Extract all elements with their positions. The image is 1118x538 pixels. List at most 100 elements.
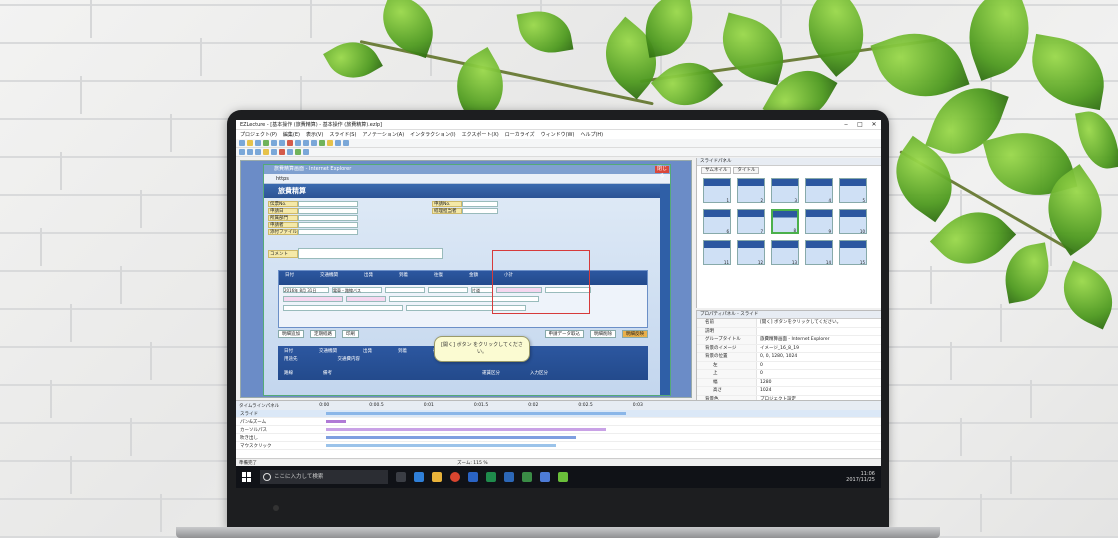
timeline-track[interactable]: カーソルパス — [236, 426, 881, 434]
menu-view[interactable]: 表示(V) — [306, 131, 323, 138]
app-icon[interactable] — [504, 472, 514, 482]
callout-icon[interactable] — [263, 149, 269, 155]
trip-select[interactable]: 片道 — [471, 286, 493, 293]
property-row[interactable]: 説明 — [697, 327, 881, 336]
slide-thumb[interactable]: 11 — [703, 240, 731, 265]
slide-thumb[interactable]: 7 — [737, 209, 765, 234]
property-row[interactable]: 背景の位置 0, 0, 1280, 1024 — [697, 353, 881, 362]
ie-close-button[interactable]: 閉じる — [655, 166, 669, 179]
property-value[interactable]: イメージ_16_8_19 — [757, 345, 881, 353]
image-icon[interactable] — [295, 149, 301, 155]
track-clip[interactable] — [326, 420, 346, 423]
text-icon[interactable] — [287, 149, 293, 155]
explorer-icon[interactable] — [432, 472, 442, 482]
property-row[interactable]: 幅 1280 — [697, 378, 881, 387]
property-row[interactable]: 名前 [開く] ボタンをクリックしてください。 — [697, 319, 881, 328]
tab-title[interactable]: タイトル — [733, 166, 760, 174]
form-field[interactable] — [462, 200, 498, 207]
slide-thumb[interactable]: 15 — [839, 240, 867, 265]
property-value[interactable]: 0 — [757, 370, 881, 378]
copy-icon[interactable] — [303, 140, 309, 146]
track-clip[interactable] — [326, 428, 606, 431]
close-button[interactable]: ✕ — [867, 120, 881, 130]
track-clip[interactable] — [326, 444, 556, 447]
menu-edit[interactable]: 編集(E) — [283, 131, 300, 138]
store-icon[interactable] — [522, 472, 532, 482]
export-icon[interactable] — [327, 140, 333, 146]
purpose-field[interactable] — [283, 295, 343, 302]
settings-icon[interactable] — [343, 140, 349, 146]
slide-thumb[interactable]: 9 — [805, 209, 833, 234]
record-icon[interactable] — [263, 140, 269, 146]
zoom-icon[interactable] — [303, 149, 309, 155]
track-clip[interactable] — [326, 436, 576, 439]
paste-icon[interactable] — [311, 140, 317, 146]
slide-thumb[interactable]: 14 — [805, 240, 833, 265]
shape-icon[interactable] — [279, 149, 285, 155]
ezlecture-icon[interactable] — [558, 472, 568, 482]
form-field[interactable] — [298, 214, 358, 221]
slide-thumb[interactable]: 13 — [771, 240, 799, 265]
excel-icon[interactable] — [486, 472, 496, 482]
apply-row-button[interactable]: 明細反映 — [622, 330, 648, 338]
form-field[interactable] — [298, 221, 358, 228]
content-field[interactable] — [346, 295, 386, 302]
redo-icon[interactable] — [279, 140, 285, 146]
slide-thumb[interactable]: 2 — [737, 178, 765, 203]
slide-thumb[interactable]: 5 — [839, 178, 867, 203]
property-value[interactable]: 1280 — [757, 379, 881, 387]
form-field[interactable] — [462, 207, 498, 214]
property-row[interactable]: グループタイトル 旅費精算画面 - Internet Explorer — [697, 336, 881, 345]
property-row[interactable]: 左0 — [697, 361, 881, 370]
tab-thumbnail[interactable]: サムネイル — [701, 166, 732, 174]
timeline-track[interactable]: パン&ズーム — [236, 418, 881, 426]
route-field[interactable] — [283, 304, 403, 311]
task-view-icon[interactable] — [396, 472, 406, 482]
open-icon[interactable] — [247, 140, 253, 146]
mail-icon[interactable] — [540, 472, 550, 482]
slide-thumb[interactable]: 12 — [737, 240, 765, 265]
maximize-button[interactable]: □ — [853, 120, 867, 130]
windows-start-icon[interactable] — [242, 472, 252, 482]
property-value[interactable]: [開く] ボタンをクリックしてください。 — [757, 319, 881, 327]
transport-select[interactable]: 電車・路線バス — [332, 286, 382, 293]
property-value[interactable]: 1024 — [757, 387, 881, 395]
timeline-track[interactable]: マウスクリック — [236, 442, 881, 450]
slide-thumb[interactable]: 1 — [703, 178, 731, 203]
slide-thumb[interactable]: 3 — [771, 178, 799, 203]
align-center-icon[interactable] — [247, 149, 253, 155]
from-field[interactable] — [385, 286, 425, 293]
form-field[interactable] — [298, 228, 358, 235]
commuter-route-button[interactable]: 定期経路 — [310, 330, 336, 338]
import-data-button[interactable]: 申請データ取込 — [544, 330, 584, 338]
edge-icon[interactable] — [414, 472, 424, 482]
callout-tooltip[interactable]: [開く] ボタン をクリックしてください。 — [434, 336, 530, 362]
minimize-button[interactable]: ‒ — [839, 120, 853, 130]
menu-localize[interactable]: ローカライズ — [505, 131, 535, 138]
property-value[interactable]: 旅費精算画面 - Internet Explorer — [757, 336, 881, 344]
ie-address-bar[interactable]: https — [264, 174, 670, 184]
property-value[interactable]: 0 — [757, 362, 881, 370]
menu-annotation[interactable]: アノテーション(A) — [362, 131, 404, 138]
date-field[interactable]: 2016年 8月 31日 — [283, 286, 329, 293]
menu-help[interactable]: ヘルプ(H) — [580, 131, 603, 138]
delete-icon[interactable] — [287, 140, 293, 146]
menu-export[interactable]: エクスポート(X) — [462, 131, 499, 138]
property-row[interactable]: 上0 — [697, 370, 881, 379]
menu-window[interactable]: ウィンドウ(W) — [541, 131, 575, 138]
track-clip[interactable] — [326, 412, 626, 415]
property-value[interactable] — [757, 328, 881, 336]
system-tray[interactable]: 11:06 2017/11/25 — [846, 471, 881, 483]
menu-interaction[interactable]: インタラクション(I) — [410, 131, 455, 138]
timeline-track[interactable]: 吹き出し — [236, 434, 881, 442]
property-row[interactable]: 背景のイメージ イメージ_16_8_19 — [697, 344, 881, 353]
timeline-track[interactable]: スライド — [236, 410, 881, 418]
word-icon[interactable] — [468, 472, 478, 482]
slide-thumb[interactable]: 6 — [703, 209, 731, 234]
print-button[interactable]: 印刷 — [342, 330, 359, 338]
form-field[interactable] — [298, 200, 358, 207]
menu-project[interactable]: プロジェクト(P) — [240, 131, 277, 138]
form-field[interactable] — [298, 207, 358, 214]
new-icon[interactable] — [239, 140, 245, 146]
property-value[interactable]: 0, 0, 1280, 1024 — [757, 353, 881, 361]
